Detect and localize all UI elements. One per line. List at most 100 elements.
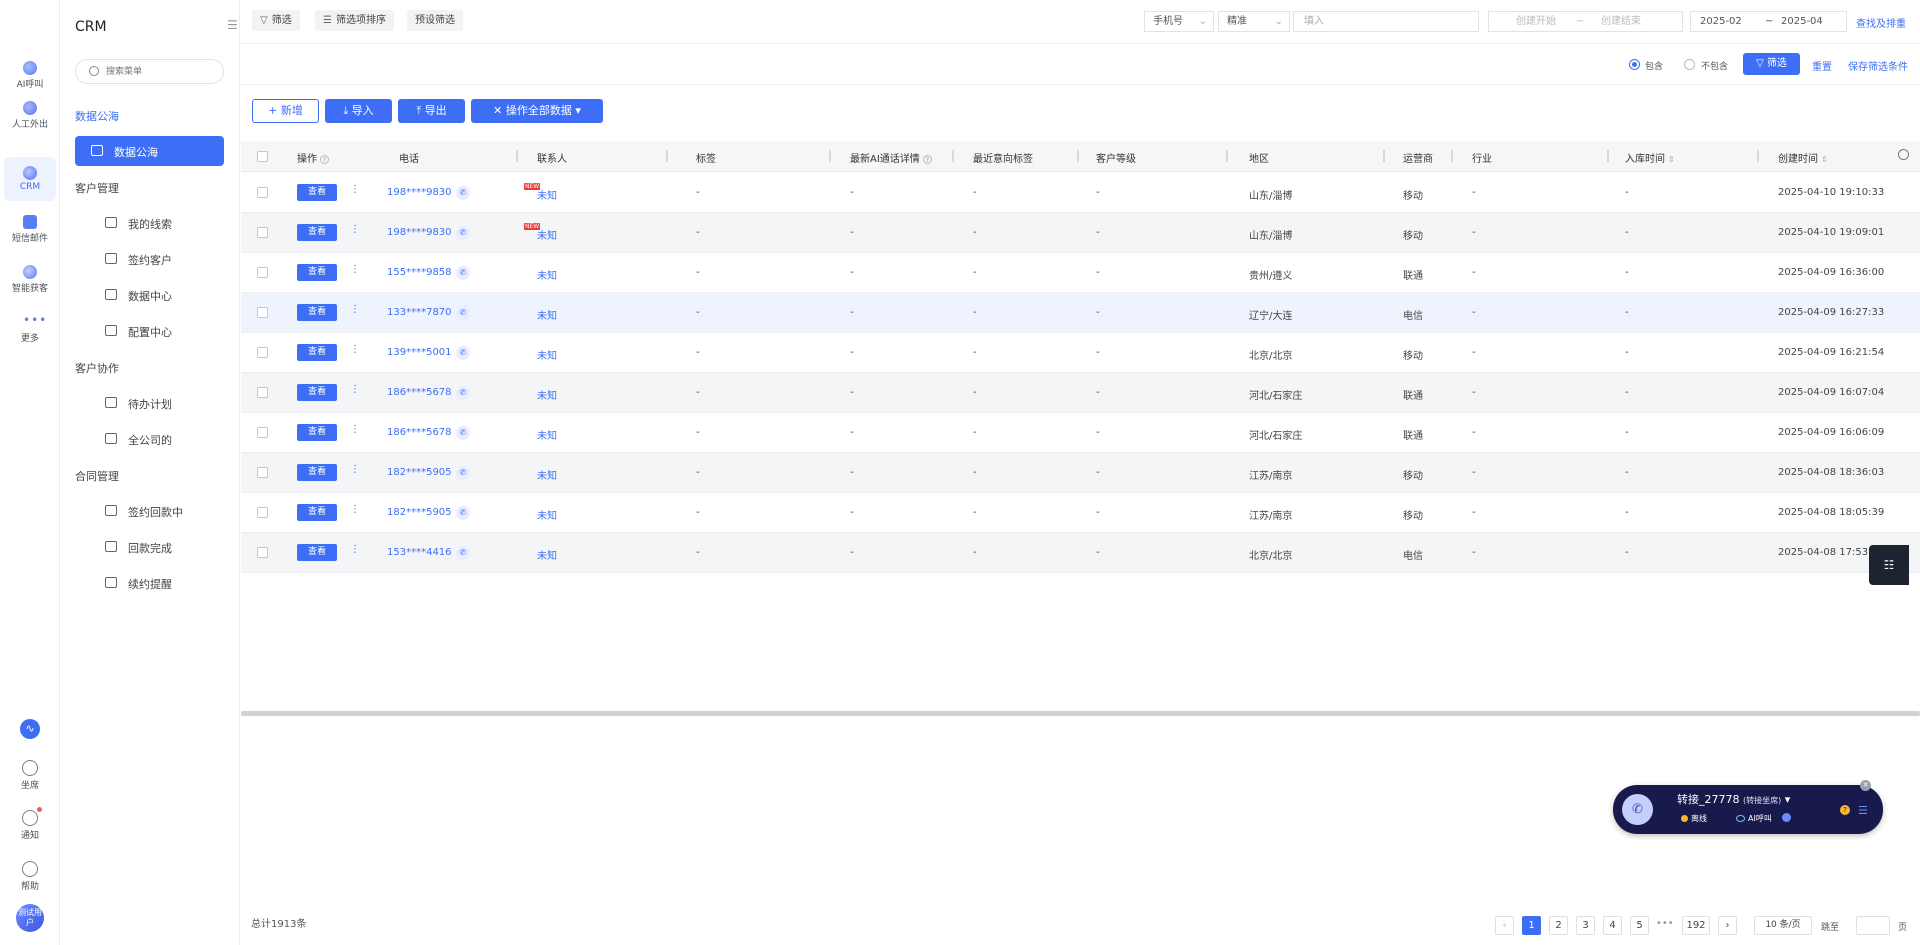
filter-sort-button[interactable]: ☰ 筛选项排序 [315,10,394,31]
page-size-select[interactable]: 10 条/页 [1754,916,1812,935]
rail-manual-call[interactable]: 人工外出 [4,92,56,136]
column-settings-icon[interactable] [1898,149,1909,160]
row-checkbox[interactable] [257,347,268,358]
row-more-icon[interactable]: ⋮ [350,504,360,515]
sidebar-item-payment-pending[interactable]: 签约回款中 [75,496,224,526]
rail-ai-call[interactable]: AI呼叫 [4,52,56,96]
call-phone-icon[interactable]: ✆ [456,266,470,280]
page-ellipsis[interactable]: ••• [1656,918,1674,929]
sidebar-item-company[interactable]: 全公司的 [75,424,224,454]
phone-icon[interactable]: ✆ [1622,794,1653,825]
agent-status[interactable]: 离线 [1681,813,1707,824]
column-resizer[interactable] [1607,150,1609,162]
phone-cell[interactable]: 182****5905 [387,467,452,478]
ai-call-toggle[interactable]: AI呼叫 [1736,813,1772,824]
column-resizer[interactable] [666,150,668,162]
sidebar-item-data-center[interactable]: 数据中心 [75,280,224,310]
row-more-icon[interactable]: ⋮ [350,224,360,235]
sidebar-group-collaboration[interactable]: 客户协作 [75,360,119,376]
phone-cell[interactable]: 155****9858 [387,267,452,278]
call-phone-icon[interactable]: ✆ [456,186,470,200]
sort-icon[interactable]: ⇕ [1821,155,1828,164]
view-button[interactable]: 查看 [297,384,337,401]
page-button[interactable]: 1 [1522,916,1541,935]
sidebar-group-customers[interactable]: 客户管理 [75,180,119,196]
add-button[interactable]: + 新增 [252,99,319,123]
call-phone-icon[interactable]: ✆ [456,546,470,560]
column-resizer[interactable] [952,150,954,162]
column-resizer[interactable] [829,150,831,162]
view-button[interactable]: 查看 [297,424,337,441]
sidebar-item-config-center[interactable]: 配置中心 [75,316,224,346]
select-all-checkbox[interactable] [257,151,268,162]
phone-cell[interactable]: 139****5001 [387,347,452,358]
phone-widget[interactable]: ✆ 转接_27778 (转接坐席) ▾ 离线 AI呼叫 ? ☰ [1613,785,1883,834]
row-more-icon[interactable]: ⋮ [350,264,360,275]
row-more-icon[interactable]: ⋮ [350,464,360,475]
sidebar-group-contracts[interactable]: 合同管理 [75,468,119,484]
row-more-icon[interactable]: ⋮ [350,344,360,355]
agent-title[interactable]: 转接_27778 (转接坐席) ▾ [1677,791,1790,807]
row-checkbox[interactable] [257,467,268,478]
table-row[interactable]: 查看 ⋮ 198****9830 ✆ NEW 未知 - - - - 山东/淄博 移动 - -2025-04… [241,213,1920,253]
prev-page-button[interactable]: ‹ [1495,916,1514,935]
call-phone-icon[interactable]: ✆ [456,306,470,320]
row-checkbox[interactable] [257,547,268,558]
contact-cell[interactable]: 未知 [537,227,557,242]
column-resizer[interactable] [1226,150,1228,162]
feedback-chat-icon[interactable]: ☷ [1869,545,1909,585]
call-phone-icon[interactable]: ✆ [456,506,470,520]
sidebar-item-signed-customers[interactable]: 签约客户 [75,244,224,274]
view-button[interactable]: 查看 [297,184,337,201]
menu-search[interactable] [75,59,224,84]
page-button[interactable]: 4 [1603,916,1622,935]
row-more-icon[interactable]: ⋮ [350,184,360,195]
sidebar-item-renewal[interactable]: 续约提醒 [75,568,224,598]
info-icon[interactable]: ? [922,154,932,164]
phone-cell[interactable]: 198****9830 [387,187,452,198]
match-select[interactable]: 精准 ⌄ [1218,11,1290,32]
info-icon[interactable]: ? [320,154,329,164]
import-button[interactable]: ⤓ 导入 [325,99,392,123]
rail-sms-email[interactable]: 短信邮件 [4,206,56,250]
call-phone-icon[interactable]: ✆ [456,466,470,480]
contact-cell[interactable]: 未知 [537,387,557,402]
save-filter-link[interactable]: 保存筛选条件 [1848,58,1908,73]
row-more-icon[interactable]: ⋮ [350,384,360,395]
view-button[interactable]: 查看 [297,224,337,241]
rail-help[interactable]: 帮助 [4,853,56,897]
row-checkbox[interactable] [257,387,268,398]
operate-all-button[interactable]: ✕ 操作全部数据 ▾ [471,99,603,123]
contact-cell[interactable]: 未知 [537,507,557,522]
view-button[interactable]: 查看 [297,304,337,321]
table-row[interactable]: 查看 ⋮ 198****9830 ✆ NEW 未知 - - - - 山东/淄博 移动 - -2025-04… [241,173,1920,213]
view-button[interactable]: 查看 [297,264,337,281]
sidebar-item-todo[interactable]: 待办计划 [75,388,224,418]
filter-button[interactable]: ▽ 筛选 [252,10,300,31]
phone-cell[interactable]: 186****5678 [387,427,452,438]
field-select[interactable]: 手机号 ⌄ [1144,11,1214,32]
table-row[interactable]: 查看 ⋮ 153****4416 ✆ 未知 - - - - 北京/北京 电信 - - 2025-04-08… [241,533,1920,573]
call-phone-icon[interactable]: ✆ [456,346,470,360]
page-button[interactable]: 2 [1549,916,1568,935]
menu-search-input[interactable] [106,63,216,80]
close-icon[interactable]: ✕ [1860,780,1871,791]
table-row[interactable]: 查看 ⋮ 139****5001 ✆ 未知 - - - - 北京/北京 移动 - - 2025-04-09… [241,333,1920,373]
phone-cell[interactable]: 133****7870 [387,307,452,318]
view-button[interactable]: 查看 [297,344,337,361]
row-checkbox[interactable] [257,307,268,318]
help-icon[interactable]: ? [1840,805,1850,815]
collapse-icon[interactable]: ☰ [227,18,239,32]
row-more-icon[interactable]: ⋮ [350,424,360,435]
create-range-picker[interactable]: 创建开始 ~ 创建结束 [1488,11,1683,32]
sidebar-item-payment-done[interactable]: 回款完成 [75,532,224,562]
contact-cell[interactable]: 未知 [537,307,557,322]
column-resizer[interactable] [516,150,518,162]
row-checkbox[interactable] [257,427,268,438]
rail-notify[interactable]: 通知 [4,802,56,846]
column-resizer[interactable] [1077,150,1079,162]
view-button[interactable]: 查看 [297,504,337,521]
contact-cell[interactable]: 未知 [537,347,557,362]
call-phone-icon[interactable]: ✆ [456,226,470,240]
next-page-button[interactable]: › [1718,916,1737,935]
